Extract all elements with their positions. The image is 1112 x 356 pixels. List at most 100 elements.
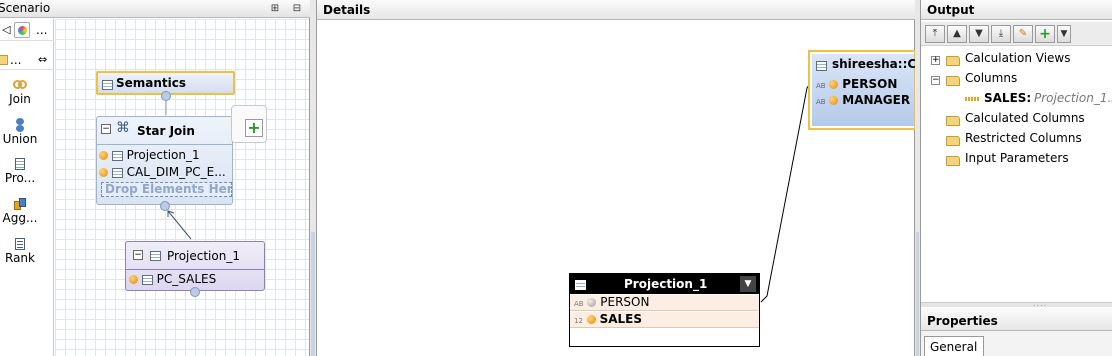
- collapse-icon[interactable]: −: [931, 73, 940, 87]
- projection-icon: [150, 248, 161, 262]
- dimension-column-row[interactable]: AB MANAGER: [816, 93, 910, 107]
- folder-icon: [946, 53, 960, 67]
- semantics-title: Semantics: [116, 76, 187, 90]
- palette-item-label: Pro...: [4, 171, 36, 185]
- projection-icon: [13, 157, 27, 171]
- projection-box-title: Projection_1: [624, 277, 708, 291]
- measure-icon: [99, 168, 108, 177]
- move-top-icon[interactable]: ⤒: [925, 25, 945, 43]
- palette: ◁ ... ... ⇔ Join Union Pro... Agg... Ran…: [0, 19, 54, 356]
- projection-column-row[interactable]: 12 SALES: [570, 312, 759, 328]
- folder-icon: [946, 113, 960, 127]
- palette-more[interactable]: ...: [36, 23, 47, 37]
- move-down-icon[interactable]: ▼: [969, 25, 989, 43]
- star-join-input-row[interactable]: Projection_1: [99, 148, 200, 162]
- add-icon[interactable]: +: [1035, 25, 1055, 43]
- palette-item-label: Rank: [5, 251, 35, 265]
- dimension-box[interactable]: shireesha::C AB PERSON AB MANAGER: [808, 50, 916, 130]
- star-join-node[interactable]: − ⌘ Star Join Projection_1 CAL_DIM_PC_E.…: [96, 116, 233, 205]
- table-icon: [111, 150, 123, 161]
- palette-item-rank[interactable]: Rank: [0, 237, 40, 265]
- output-panel: Output ⤒ ▲ ▼ ⤓ ✎ + ▼ + Calculation Views…: [920, 0, 1112, 356]
- add-icon[interactable]: +: [245, 119, 263, 137]
- dimension-icon: [816, 58, 827, 72]
- projection-column-row[interactable]: AB PERSON: [570, 295, 759, 311]
- projection-input-row[interactable]: PC_SALES: [129, 272, 216, 286]
- node-quick-actions: +: [231, 105, 267, 143]
- move-up-icon[interactable]: ▲: [947, 25, 967, 43]
- text-type-icon: AB: [816, 82, 826, 90]
- output-title: Output: [927, 3, 975, 17]
- details-titlebar: Details: [317, 0, 916, 20]
- chevron-down-icon[interactable]: ▼: [1057, 25, 1071, 43]
- table-icon: [111, 167, 123, 178]
- column-name: PERSON: [842, 77, 898, 91]
- star-join-input-row[interactable]: CAL_DIM_PC_E...: [99, 165, 226, 179]
- chevron-down-icon[interactable]: ▼: [740, 276, 756, 292]
- projection-box-header: Projection_1 ▼: [570, 274, 759, 294]
- semantics-port[interactable]: [161, 91, 171, 101]
- pin-icon[interactable]: ⇔: [38, 53, 47, 66]
- back-arrow-icon[interactable]: ◁: [2, 23, 10, 36]
- column-name: SALES: [599, 312, 642, 326]
- semantics-icon: [102, 77, 113, 91]
- column-name: MANAGER: [842, 93, 911, 107]
- details-title: Details: [323, 3, 371, 17]
- palette-item-join[interactable]: Join: [0, 78, 40, 106]
- scenario-canvas[interactable]: Semantics − ⌘ Star Join Projection_1 CAL…: [55, 19, 309, 356]
- drop-zone[interactable]: Drop Elements Here: [101, 182, 232, 197]
- projection-box[interactable]: Projection_1 ▼ AB PERSON 12 SALES: [569, 273, 760, 347]
- properties-titlebar: Properties: [921, 308, 1112, 331]
- scenario-titlebar: Scenario ⊞ ⊟: [0, 0, 310, 18]
- edit-icon[interactable]: ✎: [1013, 25, 1033, 43]
- tree-item-label: Columns: [965, 71, 1018, 85]
- input-name: CAL_DIM_PC_E...: [126, 165, 226, 179]
- attribute-icon: [829, 96, 839, 105]
- minimize-icon[interactable]: ⊟: [290, 3, 304, 15]
- palette-item-label: Union: [2, 132, 38, 146]
- projection-node[interactable]: − Projection_1 PC_SALES: [125, 241, 265, 291]
- palette-item-label: Agg...: [2, 211, 38, 225]
- folder-icon: [946, 133, 960, 147]
- collapse-icon[interactable]: −: [133, 247, 143, 261]
- type-icon: 12: [574, 317, 583, 325]
- projection-title: Projection_1: [167, 249, 240, 263]
- type-icon: AB: [574, 300, 584, 308]
- input-name: PC_SALES: [156, 272, 217, 286]
- star-join-icon: ⌘: [116, 120, 130, 136]
- measure-icon: [586, 315, 596, 324]
- panel-sash[interactable]: ....: [921, 299, 1112, 308]
- folder-icon: [0, 55, 8, 65]
- collapse-all-icon[interactable]: ⊞: [268, 3, 282, 15]
- measure-icon: [99, 151, 108, 160]
- projection-box-icon: [575, 277, 586, 291]
- scenario-panel: Scenario ⊞ ⊟ ◁ ... ... ⇔ Join Union Pro.…: [0, 0, 310, 356]
- palette-section-label: ...: [10, 53, 22, 67]
- scenario-title: Scenario: [0, 1, 51, 15]
- text-type-icon: AB: [816, 98, 826, 106]
- star-join-title: Star Join: [137, 124, 195, 138]
- star-join-port[interactable]: [160, 201, 170, 211]
- folder-icon: [946, 73, 960, 87]
- table-icon: [141, 274, 153, 285]
- tree-item-label: Restricted Columns: [965, 131, 1082, 145]
- projection-port[interactable]: [190, 287, 200, 297]
- attribute-icon: [587, 298, 597, 307]
- palette-item-aggregation[interactable]: Agg...: [0, 197, 40, 225]
- join-icon: [13, 78, 27, 92]
- tree-item-label: Input Parameters: [965, 151, 1069, 165]
- properties-title: Properties: [927, 314, 998, 328]
- tree-item-sales[interactable]: SALES: Projection_1.S: [921, 90, 1112, 108]
- column-name: PERSON: [600, 295, 650, 309]
- dimension-column-row[interactable]: AB PERSON: [816, 77, 897, 91]
- palette-toolbar: ◁ ...: [0, 21, 54, 41]
- palette-item-union[interactable]: Union: [0, 118, 40, 146]
- collapse-icon[interactable]: −: [101, 121, 111, 135]
- tab-general[interactable]: General: [924, 336, 984, 356]
- move-bottom-icon[interactable]: ⤓: [991, 25, 1011, 43]
- palette-icon[interactable]: [14, 22, 30, 38]
- palette-item-projection[interactable]: Pro...: [0, 157, 40, 185]
- palette-section[interactable]: ... ⇔: [0, 52, 54, 70]
- measure-icon: [965, 97, 979, 101]
- expand-icon[interactable]: +: [931, 53, 940, 67]
